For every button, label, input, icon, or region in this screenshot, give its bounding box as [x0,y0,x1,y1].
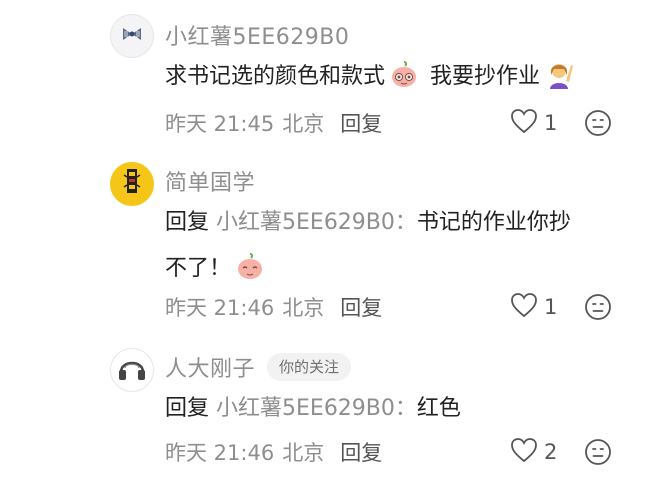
timestamp: 昨天 21:46 [165,296,275,320]
like-button[interactable]: 1 [510,292,557,322]
heart-icon [510,292,538,322]
heart-icon [510,108,538,138]
seal-logo-icon [119,167,145,201]
location: 北京 [282,112,325,136]
avatar[interactable] [110,162,154,206]
avatar[interactable] [110,348,154,392]
like-count: 1 [544,295,558,319]
reply-target-user[interactable]: 小红薯5EE629B0： [216,210,417,235]
neutral-face-icon [584,110,612,141]
headphones-icon [117,354,147,386]
like-count: 2 [544,440,558,464]
comment-text: 求书记选的颜色和款式 我要抄作业 [165,54,625,100]
comment-meta: 昨天 21:46 北京 回复 [165,292,382,322]
reply-button[interactable]: 回复 [340,292,382,322]
reply-button[interactable]: 回复 [340,108,382,138]
neutral-face-icon [584,294,612,325]
comment-text: 回复 小红薯5EE629B0：红色 [165,386,625,432]
comment-text-part: 我要抄作业 [430,64,541,89]
heart-icon [510,437,538,467]
peach-face-sticker-icon [389,59,419,89]
reaction-emoji-button[interactable] [584,293,612,321]
reply-target-user[interactable]: 小红薯5EE629B0： [216,396,417,421]
author-name[interactable]: 小红薯5EE629B0 [165,19,349,51]
timestamp: 昨天 21:45 [165,112,275,136]
woman-raising-hand-icon [544,59,574,89]
comment-text: 回复 小红薯5EE629B0：书记的作业你抄 不了！ [165,200,625,292]
author-name[interactable]: 人大刚子 [165,351,255,383]
neutral-face-icon [584,439,612,470]
bow-icon [120,26,144,46]
avatar[interactable] [110,14,154,58]
reaction-emoji-button[interactable] [584,438,612,466]
comment-meta: 昨天 21:46 北京 回复 [165,437,382,467]
like-button[interactable]: 1 [510,108,557,138]
following-badge: 你的关注 [267,353,352,381]
comment-text-part: 不了！ [165,256,232,281]
reaction-emoji-button[interactable] [584,109,612,137]
author-name[interactable]: 简单国学 [165,165,255,197]
location: 北京 [282,296,325,320]
location: 北京 [282,441,325,465]
comment-text-part: 求书记选的颜色和款式 [165,64,386,89]
reply-prefix: 回复 [165,210,210,235]
reply-prefix: 回复 [165,396,210,421]
comment-text-part: 红色 [416,396,461,421]
like-button[interactable]: 2 [510,437,557,467]
like-count: 1 [544,111,558,135]
timestamp: 昨天 21:46 [165,441,275,465]
peach-face-sticker-icon [235,251,265,281]
comment-text-part: 书记的作业你抄 [416,210,571,235]
comment-meta: 昨天 21:45 北京 回复 [165,108,382,138]
reply-button[interactable]: 回复 [340,437,382,467]
